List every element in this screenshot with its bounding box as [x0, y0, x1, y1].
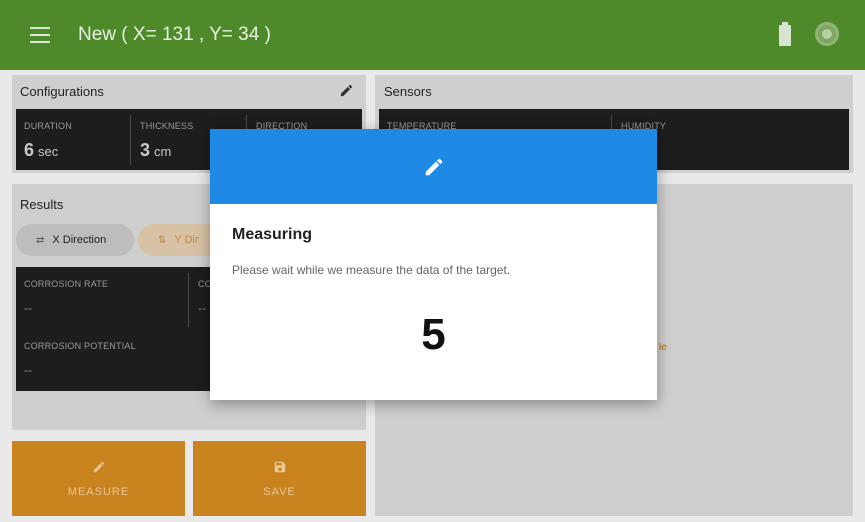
app-title: New ( X= 131 , Y= 34 ): [78, 24, 271, 45]
menu-icon[interactable]: [30, 27, 50, 43]
corrosion-rate-value: --: [24, 301, 32, 315]
save-label: SAVE: [263, 485, 296, 498]
details-note: le: [659, 342, 667, 353]
sensors-title: Sensors: [384, 84, 432, 99]
countdown-number: 5: [421, 310, 446, 359]
corrosion-potential-label: CORROSION POTENTIAL: [24, 341, 136, 351]
dialog-message: Please wait while we measure the data of…: [232, 263, 511, 277]
duration-value: 6 sec: [24, 140, 59, 160]
duration-label: DURATION: [24, 121, 72, 131]
pencil-icon: [425, 158, 442, 175]
status-icon[interactable]: [815, 22, 839, 46]
dialog-title: Measuring: [232, 226, 313, 243]
corrosion-rate-label: CORROSION RATE: [24, 279, 109, 289]
measure-button[interactable]: MEASURE: [12, 441, 185, 516]
swap-horizontal-icon: ⇄: [36, 234, 45, 246]
corrosion-potential-value: --: [24, 363, 32, 377]
measure-label: MEASURE: [67, 485, 130, 498]
thickness-value: 3 cm: [140, 140, 172, 160]
y-direction-label: Y Dir: [174, 234, 199, 246]
save-button[interactable]: SAVE: [193, 441, 366, 516]
app-bar: New ( X= 131 , Y= 34 ): [0, 0, 865, 70]
thickness-label: THICKNESS: [140, 121, 194, 131]
configurations-title: Configurations: [20, 84, 104, 99]
measuring-dialog: Measuring Please wait while we measure t…: [210, 129, 657, 400]
corrosion-current-value: --: [198, 301, 206, 315]
x-direction-label: X Direction: [52, 234, 107, 246]
battery-icon: [779, 22, 791, 46]
swap-vertical-icon: ⇅: [158, 234, 167, 246]
dialog-header: [210, 129, 657, 204]
edit-pencil-icon[interactable]: [339, 83, 354, 98]
floppy-disk-icon: [274, 461, 285, 472]
x-direction-chip[interactable]: ⇄ X Direction: [16, 224, 134, 256]
pencil-icon: [93, 461, 104, 472]
results-title: Results: [20, 197, 64, 212]
